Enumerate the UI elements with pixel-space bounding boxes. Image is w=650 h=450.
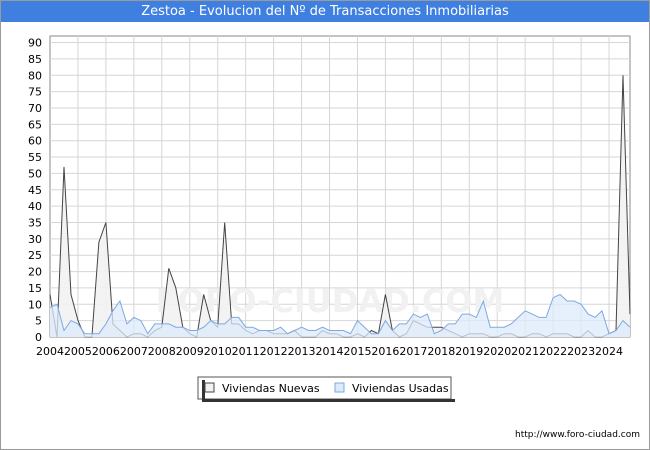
x-tick-label: 2022 <box>539 345 567 358</box>
x-tick-label: 2010 <box>204 345 232 358</box>
y-tick-label: 55 <box>28 151 42 164</box>
legend: Viviendas Nuevas Viviendas Usadas <box>197 376 455 402</box>
legend-label-usadas: Viviendas Usadas <box>352 382 449 395</box>
x-tick-label: 2006 <box>92 345 120 358</box>
x-axis: 2004 2005 2006 2007 2008 2009 2010 2011 2012 2013… <box>36 345 623 358</box>
y-tick-label: 60 <box>28 135 42 148</box>
source-url: http://www.foro-ciudad.com <box>515 430 640 440</box>
y-tick-label: 15 <box>28 282 42 295</box>
x-tick-label: 2005 <box>64 345 92 358</box>
legend-shadow-bottom <box>202 399 455 402</box>
y-tick-label: 5 <box>35 315 42 328</box>
x-tick-label: 2011 <box>232 345 260 358</box>
x-tick-label: 2017 <box>399 345 427 358</box>
x-tick-label: 2016 <box>371 345 399 358</box>
y-tick-label: 80 <box>28 69 42 82</box>
x-tick-label: 2023 <box>567 345 595 358</box>
x-tick-label: 2013 <box>288 345 316 358</box>
x-tick-label: 2008 <box>148 345 176 358</box>
y-tick-label: 70 <box>28 102 42 115</box>
x-tick-label: 2019 <box>455 345 483 358</box>
y-tick-label: 65 <box>28 118 42 131</box>
legend-swatch-nuevas <box>204 382 215 393</box>
x-tick-label: 2015 <box>343 345 371 358</box>
y-axis: 0 5 10 15 20 25 30 35 40 45 50 55 60 65 70 75 80 85 90 <box>28 37 42 344</box>
y-tick-label: 20 <box>28 266 42 279</box>
x-tick-label: 2018 <box>427 345 455 358</box>
legend-swatch-usadas <box>334 382 345 393</box>
x-tick-label: 2020 <box>483 345 511 358</box>
y-tick-label: 40 <box>28 200 42 213</box>
y-tick-label: 10 <box>28 298 42 311</box>
x-tick-label: 2021 <box>511 345 539 358</box>
y-tick-label: 30 <box>28 233 42 246</box>
x-tick-label: 2007 <box>120 345 148 358</box>
legend-label-nuevas: Viviendas Nuevas <box>222 382 320 395</box>
y-tick-label: 35 <box>28 216 42 229</box>
x-tick-label: 2004 <box>36 345 64 358</box>
x-tick-label: 2012 <box>260 345 288 358</box>
y-tick-label: 75 <box>28 86 42 99</box>
y-tick-label: 0 <box>35 331 42 344</box>
x-tick-label: 2024 <box>595 345 623 358</box>
y-tick-label: 50 <box>28 167 42 180</box>
y-tick-label: 85 <box>28 53 42 66</box>
x-tick-label: 2014 <box>316 345 344 358</box>
chart-svg: FORO-CIUDAD.COM 051015202530354045505560… <box>28 35 640 440</box>
x-tick-label: 2009 <box>176 345 204 358</box>
y-tick-label: 90 <box>28 37 42 50</box>
y-tick-label: 25 <box>28 249 42 262</box>
y-tick-label: 45 <box>28 184 42 197</box>
